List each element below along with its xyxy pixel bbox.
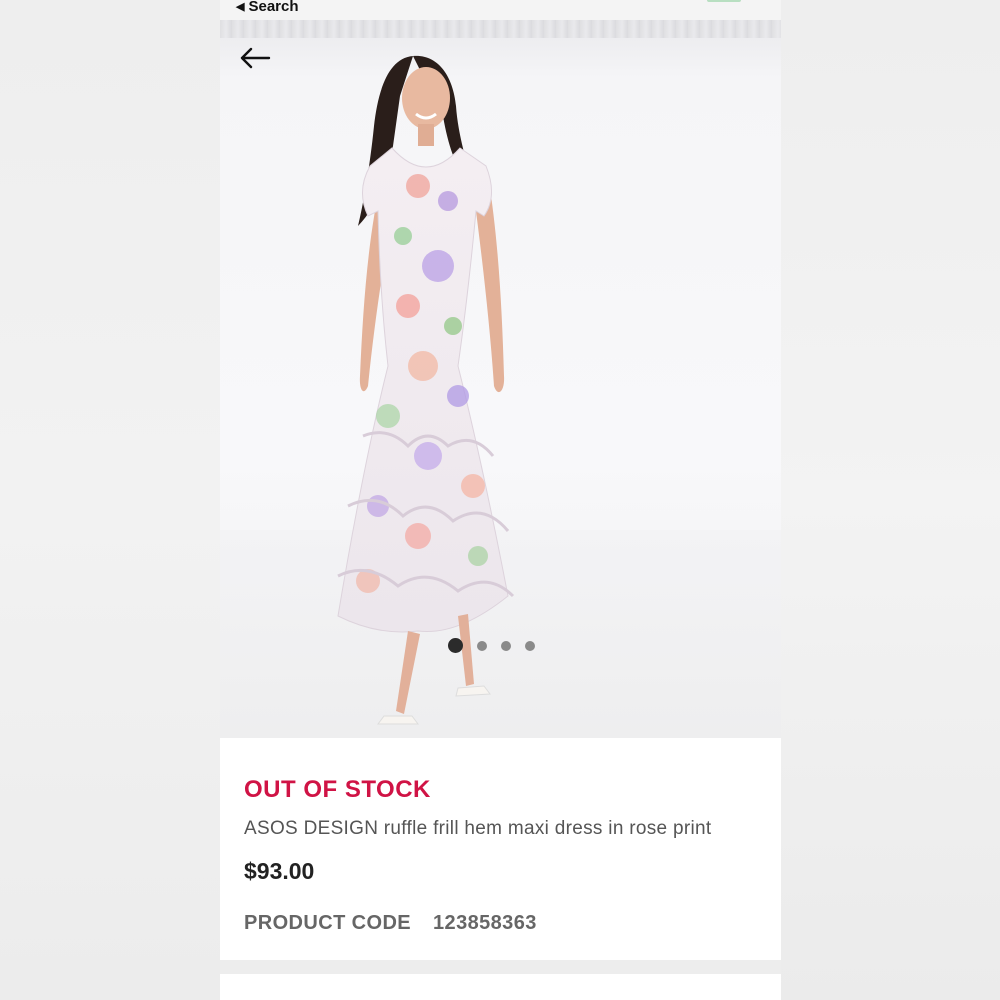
back-triangle-icon: ◀ xyxy=(236,1,245,13)
gallery-dot-1[interactable] xyxy=(448,638,463,653)
battery-icon xyxy=(707,0,741,2)
product-code: PRODUCT CODE 123858363 xyxy=(244,912,537,935)
status-back-link[interactable]: ◀ Search xyxy=(236,0,299,15)
product-code-value: 123858363 xyxy=(433,912,537,934)
status-bar: ◀ Search xyxy=(220,0,781,20)
product-title: ASOS DESIGN ruffle frill hem maxi dress … xyxy=(244,818,712,839)
next-section-card xyxy=(220,974,781,1000)
gallery-pagination xyxy=(448,638,535,653)
product-info-card: OUT OF STOCK ASOS DESIGN ruffle frill he… xyxy=(220,738,781,960)
background-blur-left xyxy=(0,0,220,1000)
product-photo-model xyxy=(337,55,515,725)
product-price: $93.00 xyxy=(244,858,315,884)
background-blur-right xyxy=(781,0,1000,1000)
product-image-gallery[interactable] xyxy=(220,20,781,738)
status-back-label: Search xyxy=(248,0,299,15)
product-code-label: PRODUCT CODE xyxy=(244,912,412,934)
gallery-dot-4[interactable] xyxy=(525,640,535,651)
gallery-dot-3[interactable] xyxy=(501,640,511,651)
stock-status: OUT OF STOCK xyxy=(244,776,431,803)
gallery-dot-2[interactable] xyxy=(477,640,487,651)
back-arrow-icon[interactable] xyxy=(238,46,272,70)
phone-screen: ◀ Search OUT OF STOCK ASOS DESIGN ruffle… xyxy=(220,0,781,1000)
